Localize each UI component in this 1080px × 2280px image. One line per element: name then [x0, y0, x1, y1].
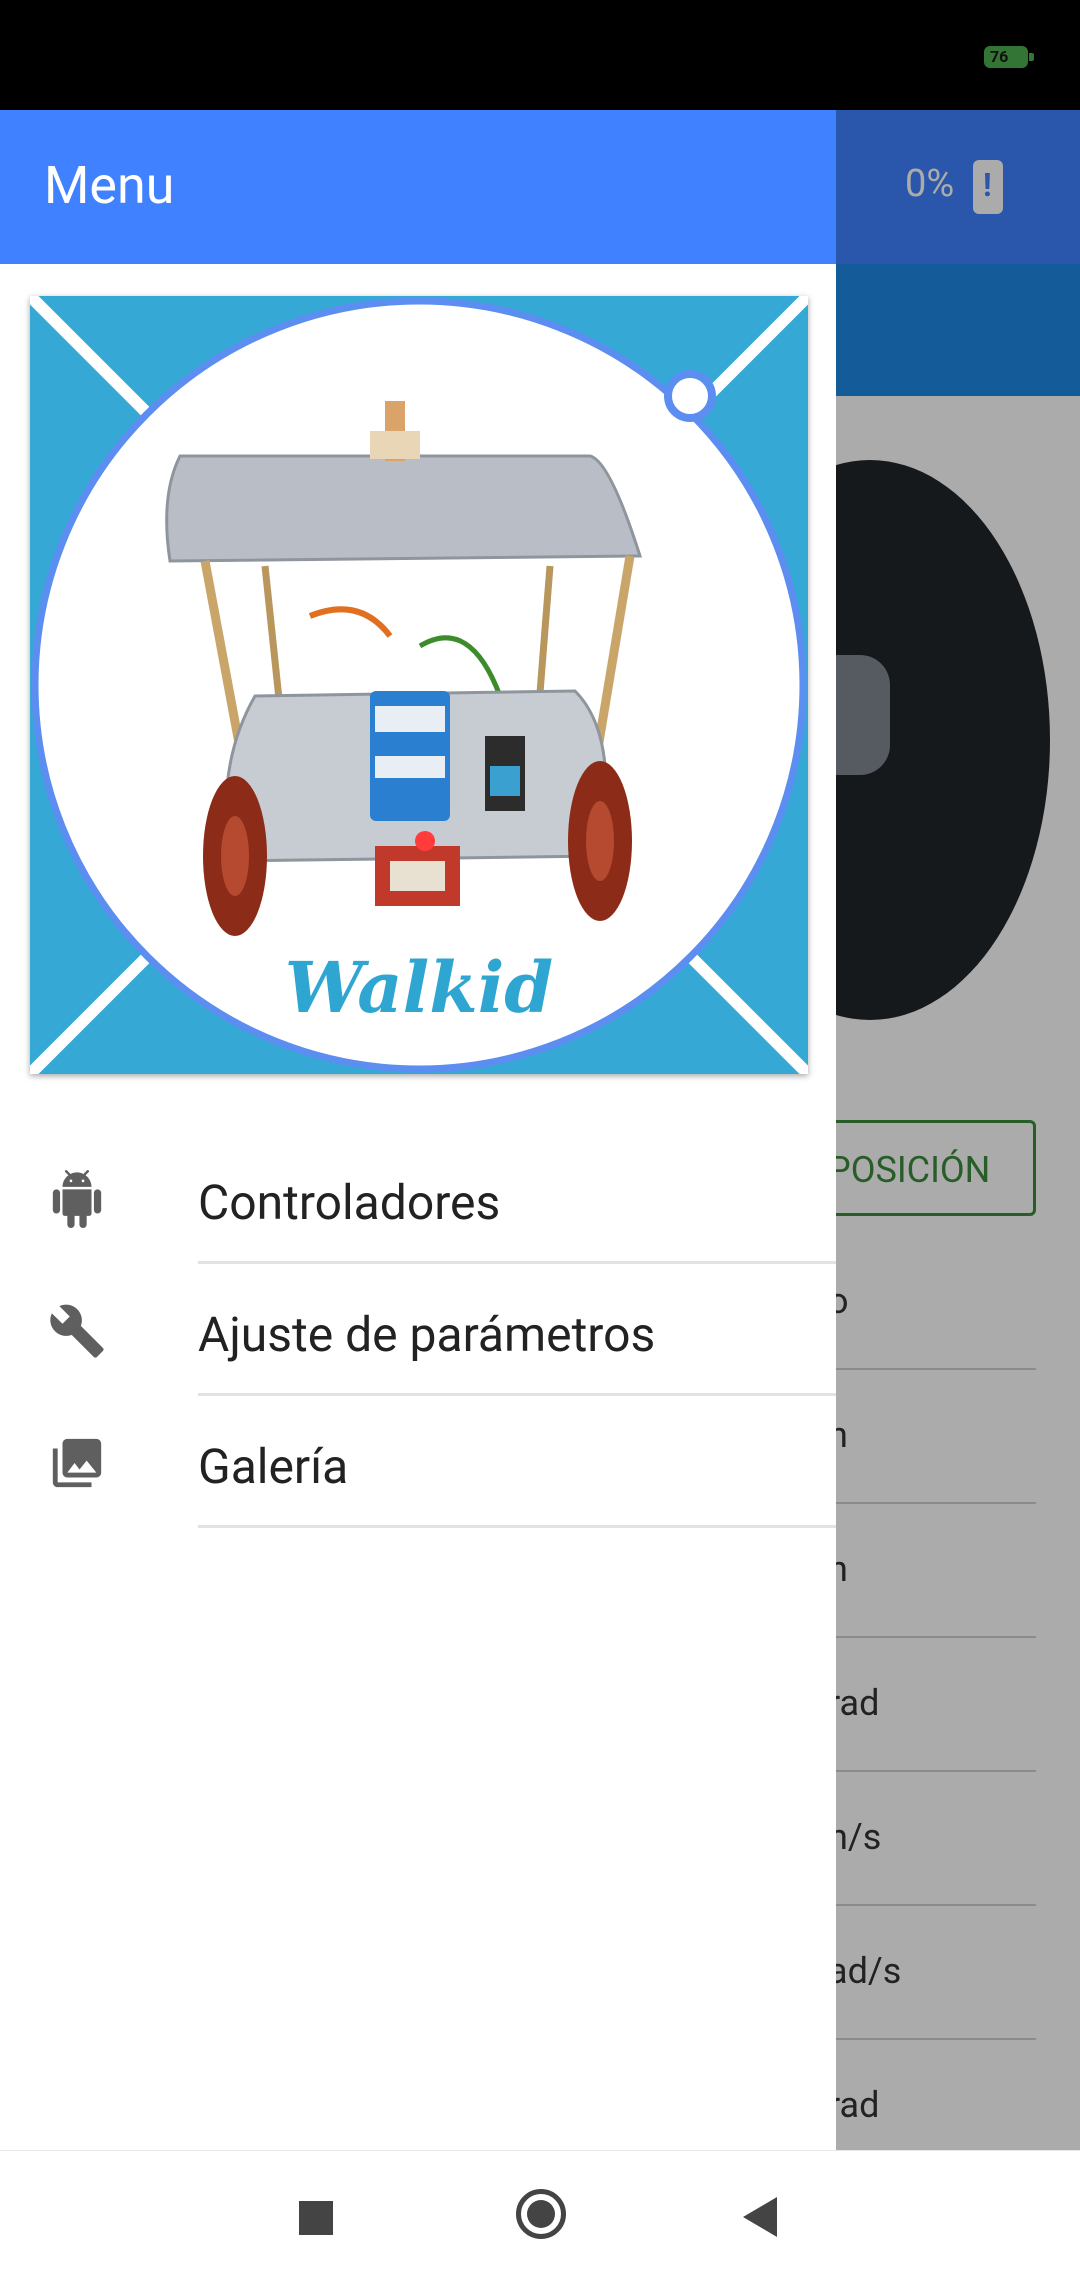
wrench-icon	[50, 1304, 104, 1358]
drawer-header: Menu	[0, 110, 836, 264]
menu-item-label: Galería	[198, 1438, 349, 1495]
recent-apps-icon[interactable]	[299, 2201, 333, 2235]
gallery-icon	[52, 1438, 102, 1488]
divider	[198, 1525, 836, 1528]
drawer-title: Menu	[44, 155, 175, 216]
system-nav-bar	[0, 2150, 1080, 2280]
menu-item-ajuste-parametros[interactable]: Ajuste de parámetros	[0, 1264, 836, 1396]
walkid-logo: Walkid	[30, 296, 808, 1074]
menu-item-label: Controladores	[198, 1174, 501, 1231]
menu-item-galeria[interactable]: Galería	[0, 1396, 836, 1528]
home-icon[interactable]	[516, 2189, 566, 2239]
menu-item-controladores[interactable]: Controladores	[0, 1132, 836, 1264]
menu-item-label: Ajuste de parámetros	[198, 1306, 656, 1363]
back-icon[interactable]	[743, 2197, 777, 2237]
android-icon	[52, 1170, 102, 1228]
navigation-drawer: Menu Walkid Controladores Ajuste de pará…	[0, 110, 836, 2150]
walkid-logo-text: Walkid	[284, 946, 554, 1029]
